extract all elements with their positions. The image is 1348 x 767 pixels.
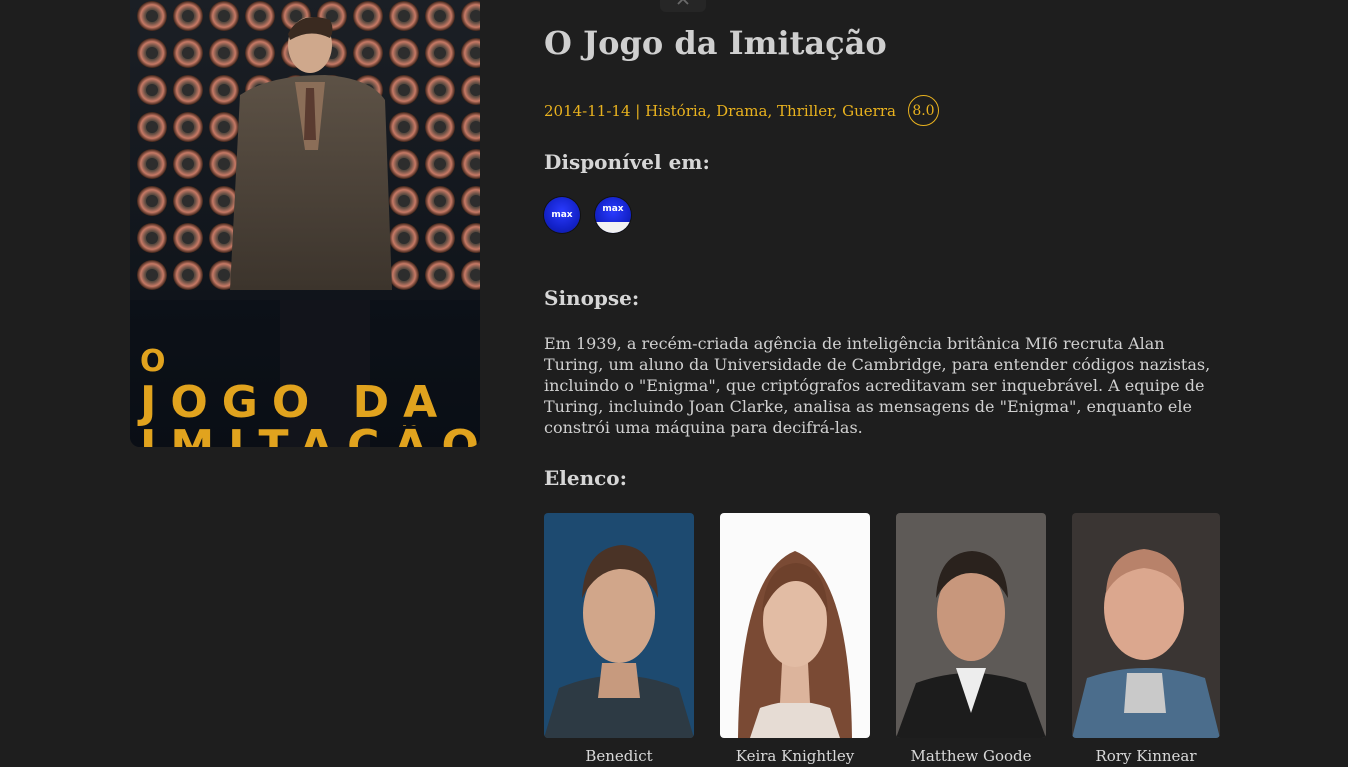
cast-card[interactable]: Benedict (544, 513, 694, 765)
rotor-center-decoration (398, 121, 410, 133)
cast-list: Benedict Keira Knightley Matthew Goode R… (544, 513, 1220, 765)
rotor-center-decoration (146, 84, 158, 96)
rotor-center-decoration (434, 158, 446, 170)
cast-photo (1072, 513, 1220, 738)
rotor-center-decoration (218, 195, 230, 207)
available-heading: Disponível em: (544, 150, 710, 174)
rotor-center-decoration (182, 158, 194, 170)
cast-heading: Elenco: (544, 466, 628, 490)
rotor-center-decoration (398, 232, 410, 244)
rotor-center-decoration (434, 84, 446, 96)
portrait-image (720, 513, 870, 738)
rotor-center-decoration (434, 10, 446, 22)
rotor-center-decoration (254, 47, 266, 59)
portrait-image (544, 513, 694, 738)
cast-card[interactable]: Matthew Goode (896, 513, 1046, 765)
poster-title-line2: IMITAÇÃO (140, 425, 480, 447)
movie-details-page: O JOGO DA IMITAÇÃO O Jogo da Imitação 20… (0, 0, 1348, 767)
rotor-center-decoration (218, 121, 230, 133)
cast-photo (896, 513, 1046, 738)
cast-name: Matthew Goode (910, 747, 1032, 765)
rotor-center-decoration (218, 232, 230, 244)
movie-poster: O JOGO DA IMITAÇÃO (130, 0, 480, 447)
rotor-center-decoration (254, 10, 266, 22)
synopsis-heading: Sinopse: (544, 286, 640, 310)
rotor-center-decoration (398, 84, 410, 96)
rotor-center-decoration (146, 195, 158, 207)
cast-name: Keira Knightley (735, 747, 855, 765)
rotor-center-decoration (434, 232, 446, 244)
provider-label: max (551, 210, 573, 220)
rotor-center-decoration (146, 232, 158, 244)
cast-card[interactable]: Keira Knightley (720, 513, 870, 765)
poster-title-small: O (140, 344, 180, 379)
rotor-center-decoration (146, 121, 158, 133)
cast-photo (720, 513, 870, 738)
cast-card[interactable]: Rory Kinnear (1072, 513, 1220, 765)
provider-max-channel-icon[interactable]: max (595, 197, 631, 233)
cast-photo (544, 513, 694, 738)
rotor-center-decoration (398, 10, 410, 22)
synopsis-text: Em 1939, a recém-criada agência de intel… (544, 334, 1211, 437)
rotor-center-decoration (218, 269, 230, 281)
rotor-center-decoration (182, 121, 194, 133)
rating-badge: 8.0 (907, 95, 939, 126)
close-icon (677, 0, 689, 5)
rotor-center-decoration (146, 47, 158, 59)
rotor-center-decoration (434, 121, 446, 133)
rotor-center-decoration (434, 47, 446, 59)
portrait-image (896, 513, 1046, 738)
rotor-center-decoration (182, 84, 194, 96)
rotor-center-decoration (146, 10, 158, 22)
rotor-center-decoration (146, 269, 158, 281)
rotor-center-decoration (218, 10, 230, 22)
poster-title-line1: JOGO DA (140, 377, 452, 428)
cast-name: Rory Kinnear (1095, 747, 1197, 765)
rotor-center-decoration (218, 47, 230, 59)
rotor-center-decoration (362, 47, 374, 59)
provider-label: max (602, 204, 624, 214)
rotor-center-decoration (398, 195, 410, 207)
provider-list: max max (544, 197, 631, 233)
rotor-center-decoration (146, 158, 158, 170)
rotor-center-decoration (218, 84, 230, 96)
rotor-center-decoration (182, 10, 194, 22)
rotor-center-decoration (182, 47, 194, 59)
rotor-center-decoration (434, 269, 446, 281)
rotor-center-decoration (398, 47, 410, 59)
rotor-center-decoration (182, 269, 194, 281)
rotor-center-decoration (218, 158, 230, 170)
rotor-center-decoration (434, 195, 446, 207)
movie-meta: 2014-11-14 | História, Drama, Thriller, … (544, 95, 939, 126)
provider-max-icon[interactable]: max (544, 197, 580, 233)
movie-title: O Jogo da Imitação (544, 24, 887, 62)
rotor-center-decoration (398, 269, 410, 281)
close-button[interactable] (660, 0, 706, 12)
portrait-image (1072, 513, 1220, 738)
rotor-center-decoration (182, 195, 194, 207)
rotor-center-decoration (182, 232, 194, 244)
rotor-center-decoration (398, 158, 410, 170)
rotor-center-decoration (362, 10, 374, 22)
release-and-genres: 2014-11-14 | História, Drama, Thriller, … (544, 101, 896, 120)
poster-title: O JOGO DA IMITAÇÃO (140, 344, 480, 448)
cast-name: Benedict (585, 747, 653, 765)
